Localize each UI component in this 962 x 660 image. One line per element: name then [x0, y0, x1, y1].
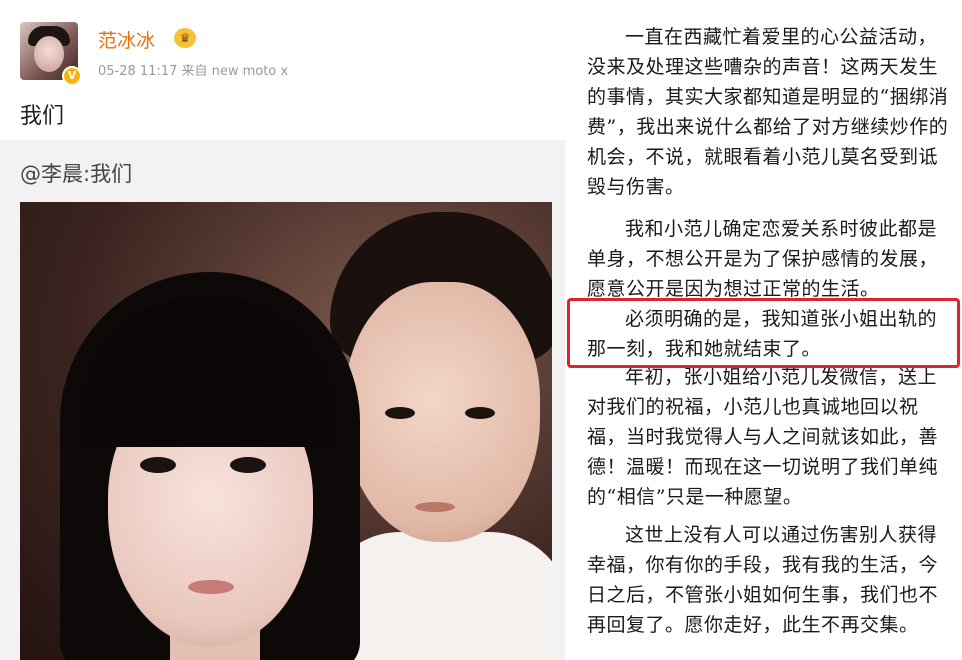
man-lips: [415, 502, 455, 512]
post-text: 我们: [20, 104, 65, 129]
woman-lips: [188, 580, 234, 594]
statement-paragraph-2: 我和小范儿确定恋爱关系时彼此都是单身，不想公开是为了保护感情的发展，愿意公开是因…: [587, 218, 939, 300]
woman-left-eye: [140, 457, 176, 473]
statement-paragraph-4: 年初，张小姐给小范儿发微信，送上对我们的祝福，小范儿也真诚地回以祝福，当时我觉得…: [587, 366, 939, 508]
man-right-eye: [465, 407, 495, 419]
post-photo[interactable]: [20, 202, 552, 660]
avatar-face: [34, 36, 64, 72]
repost-container[interactable]: @李晨:我们: [0, 140, 565, 660]
statement-paragraph-5: 这世上没有人可以通过伤害别人获得幸福，你有你的手段，我有我的生活，今日之后，不管…: [587, 524, 939, 636]
repost-text[interactable]: @李晨:我们: [20, 158, 132, 188]
verified-badge-icon: V: [62, 66, 82, 86]
username[interactable]: 范冰冰: [98, 26, 155, 53]
crown-icon[interactable]: ♛: [174, 28, 196, 48]
man-left-eye: [385, 407, 415, 419]
post-meta: 05-28 11:17 来自 new moto x: [98, 64, 289, 79]
statement-paragraph-1: 一直在西藏忙着爱里的心公益活动，没来及处理这些嘈杂的声音！这两天发生的事情，其实…: [587, 26, 949, 198]
highlight-box: [567, 298, 960, 368]
woman-right-eye: [230, 457, 266, 473]
weibo-post: V 范冰冰 ♛ 05-28 11:17 来自 new moto x 我们 @李晨…: [0, 0, 565, 660]
